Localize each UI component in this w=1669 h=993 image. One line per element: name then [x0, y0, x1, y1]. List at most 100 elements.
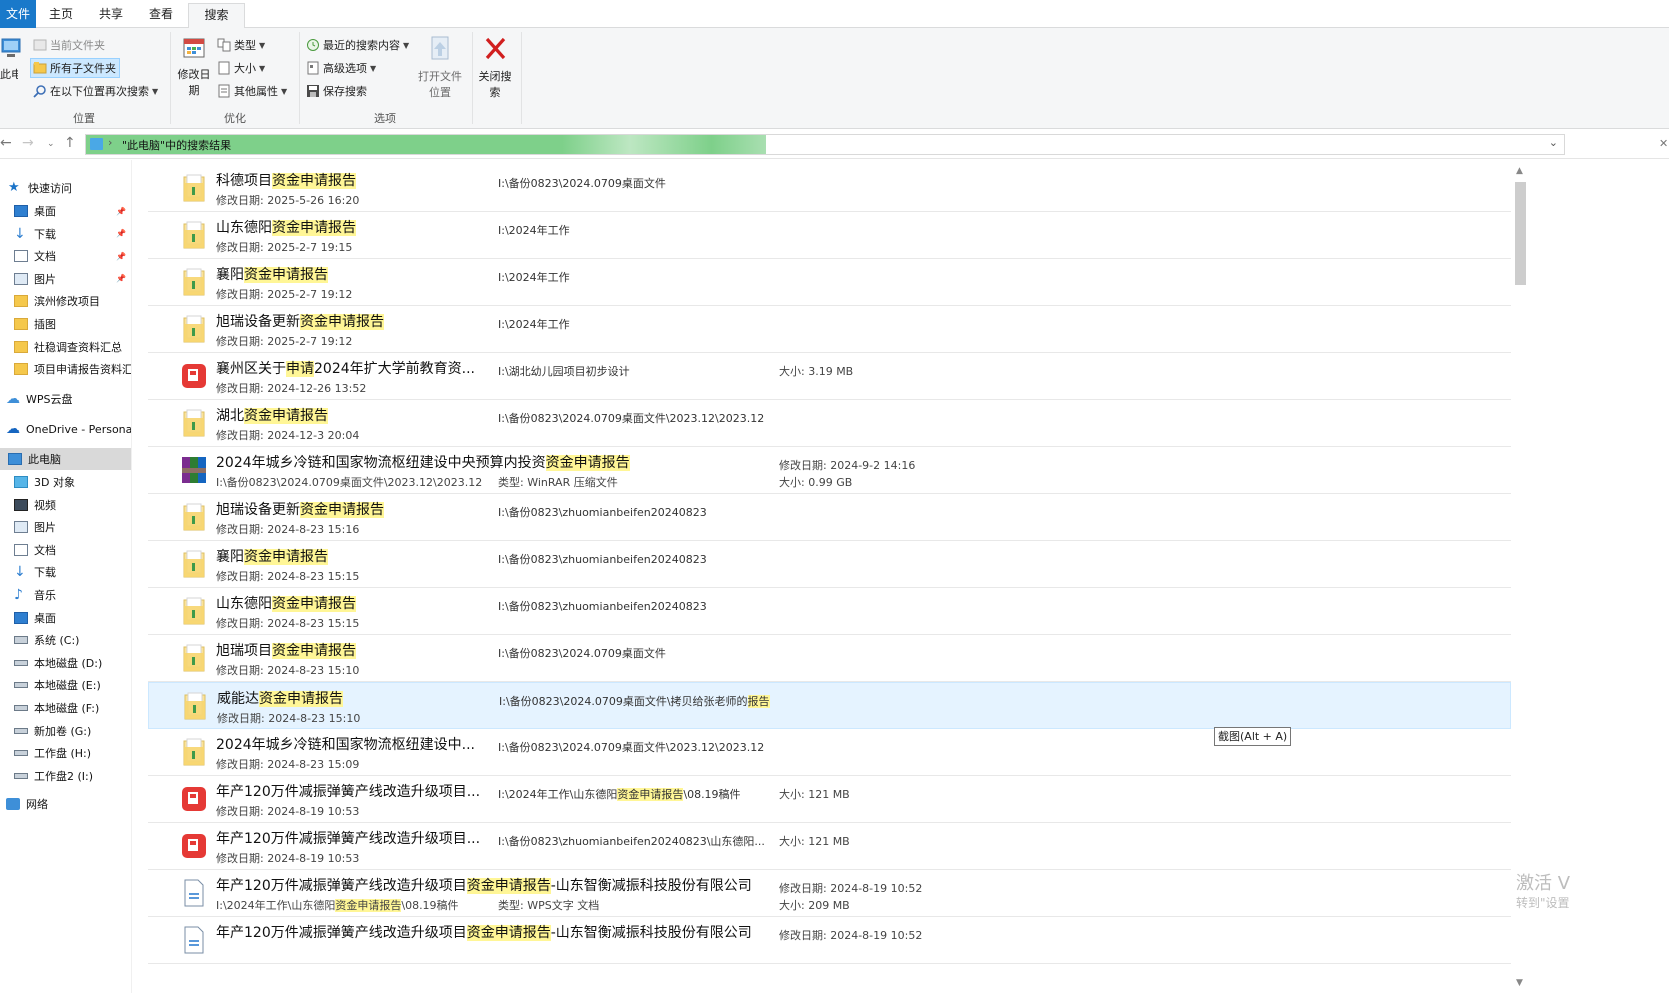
chevron-down-icon[interactable]: ⌄ [1549, 136, 1558, 149]
nav-this-pc[interactable]: 此电脑 [0, 448, 131, 470]
back-arrow-icon[interactable]: ← [0, 135, 12, 151]
result-name: 2024年城乡冷链和国家物流枢纽建设中... [216, 734, 475, 754]
quick-access-item[interactable]: 文档 📌 [0, 245, 131, 267]
date-modified-button[interactable]: 修改日期 [176, 36, 212, 99]
advanced-options-button[interactable]: 高级选项 ▼ [306, 58, 376, 78]
quick-access-item[interactable]: 插图 [0, 313, 131, 335]
result-row[interactable]: 科德项目资金申请报告 修改日期: 2025-5-26 16:20 I:\备份0823… [148, 165, 1511, 212]
close-search-button[interactable]: 关闭搜索 [478, 36, 512, 101]
tab-search[interactable]: 搜索 [188, 3, 245, 29]
quick-access-item[interactable]: 社稳调查资料汇总 [0, 336, 131, 358]
save-search-button[interactable]: 保存搜索 [306, 81, 367, 101]
tab-home[interactable]: 主页 [41, 3, 81, 28]
folder-icon [183, 409, 205, 437]
this-pc-item[interactable]: ♪ 音乐 [0, 584, 131, 606]
result-subtitle-match: 资金申请报告 [335, 899, 402, 912]
quick-access-item[interactable]: 桌面 📌 [0, 200, 131, 222]
result-name-match: 资金申请报告 [272, 643, 356, 659]
open-file-location-button[interactable]: 打开文件位置 [414, 36, 466, 101]
result-row[interactable]: 年产120万件减振弹簧产线改造升级项目资金申请报告-山东智衡减振科技股份有限公司… [148, 917, 1511, 964]
result-row[interactable]: 旭瑞项目资金申请报告 修改日期: 2024-8-23 15:10 I:\备份0823… [148, 635, 1511, 682]
other-properties-button[interactable]: 其他属性 ▼ [217, 81, 287, 101]
chevron-right-icon[interactable]: › [108, 136, 112, 149]
result-location-text: I:\2024年工作 [498, 224, 570, 237]
result-row[interactable]: 2024年城乡冷链和国家物流枢纽建设中央预算内投资资金申请报告 I:\备份0823… [148, 447, 1511, 494]
this-pc-item[interactable]: 本地磁盘 (D:) [0, 652, 131, 674]
result-location: I:\备份0823\2024.0709桌面文件\2023.12\2023.12 [498, 739, 764, 755]
result-row[interactable]: 襄阳资金申请报告 修改日期: 2024-8-23 15:15 I:\备份0823\z… [148, 541, 1511, 588]
nav-onedrive[interactable]: ☁ OneDrive - Personal [0, 418, 131, 440]
nav-network[interactable]: 网络 [0, 793, 131, 815]
scroll-down-icon[interactable]: ▼ [1516, 978, 1523, 988]
this-pc-item[interactable]: 桌面 [0, 607, 131, 629]
refresh-icon[interactable]: ✕ [1659, 137, 1668, 150]
recent-locations-icon[interactable]: ⌄ [47, 139, 55, 149]
result-row[interactable]: 威能达资金申请报告 修改日期: 2024-8-23 15:10 I:\备份0823\… [148, 682, 1511, 729]
forward-arrow-icon[interactable]: → [22, 135, 34, 151]
result-subtitle: 修改日期: 2024-8-23 15:15 [216, 568, 359, 584]
up-arrow-icon[interactable]: ↑ [64, 135, 76, 151]
this-pc-item[interactable]: 本地磁盘 (F:) [0, 697, 131, 719]
nav-quick-access[interactable]: ★ 快速访问 [0, 177, 131, 199]
result-row[interactable]: 2024年城乡冷链和国家物流枢纽建设中... 修改日期: 2024-8-23 15… [148, 729, 1511, 776]
result-row[interactable]: 山东德阳资金申请报告 修改日期: 2024-8-23 15:15 I:\备份0823… [148, 588, 1511, 635]
drive-icon [14, 682, 28, 689]
this-pc-item[interactable]: 文档 [0, 539, 131, 561]
result-subtitle: 修改日期: 2025-2-7 19:12 [216, 333, 352, 349]
quick-access-item[interactable]: 项目申请报告资料汇总 [0, 358, 131, 380]
tab-file[interactable]: 文件 [0, 0, 36, 28]
folder-icon [14, 295, 28, 308]
result-row[interactable]: 年产120万件减振弹簧产线改造升级项目... 修改日期: 2024-8-19 10… [148, 776, 1511, 823]
drive-icon [14, 659, 28, 666]
search-results-list: 科德项目资金申请报告 修改日期: 2025-5-26 16:20 I:\备份0823… [132, 160, 1512, 993]
result-row[interactable]: 年产120万件减振弹簧产线改造升级项目... 修改日期: 2024-8-19 10… [148, 823, 1511, 870]
result-name: 旭瑞项目资金申请报告 [216, 640, 356, 660]
quick-access-item[interactable]: ↓ 下载 📌 [0, 223, 131, 245]
result-location: I:\2024年工作 [498, 316, 570, 332]
this-pc-item[interactable]: 系统 (C:) [0, 629, 131, 651]
result-row[interactable]: 旭瑞设备更新资金申请报告 修改日期: 2024-8-23 15:16 I:\备份08… [148, 494, 1511, 541]
all-subfolders-button[interactable]: 所有子文件夹 [30, 58, 120, 78]
this-pc-item[interactable]: 视频 [0, 494, 131, 516]
result-location-text: I:\2024年工作 [498, 318, 570, 331]
date-modified-label: 修改日期 [177, 68, 211, 97]
this-pc-item-label: 桌面 [34, 611, 56, 625]
tab-view[interactable]: 查看 [140, 3, 182, 28]
result-name-text: 山东德阳 [216, 220, 272, 236]
result-subtitle-text: I:\备份0823\2024.0709桌面文件\2023.12\2023.12 [216, 476, 483, 489]
this-pc-item[interactable]: 新加卷 (G:) [0, 720, 131, 742]
current-folder-button[interactable]: 当前文件夹 [33, 35, 105, 55]
result-size: 大小: 209 MB [779, 899, 850, 912]
scrollbar-thumb[interactable] [1515, 182, 1526, 285]
quick-access-item[interactable]: 滨州修改项目 [0, 290, 131, 312]
this-pc-item[interactable]: ↓ 下载 [0, 561, 131, 583]
kind-button[interactable]: 类型 ▼ [217, 35, 265, 55]
result-row[interactable]: 山东德阳资金申请报告 修改日期: 2025-2-7 19:15 I:\2024年工作 [148, 212, 1511, 259]
activation-watermark: 激活 V [1516, 873, 1571, 894]
this-pc-item[interactable]: 3D 对象 [0, 471, 131, 493]
drive-icon [14, 727, 28, 734]
result-row[interactable]: 湖北资金申请报告 修改日期: 2024-12-3 20:04 I:\备份0823\2… [148, 400, 1511, 447]
search-again-button[interactable]: 在以下位置再次搜索 ▼ [33, 81, 158, 101]
this-pc-item[interactable]: 图片 [0, 516, 131, 538]
scroll-up-icon[interactable]: ▲ [1516, 166, 1523, 176]
this-pc-item[interactable]: 本地磁盘 (E:) [0, 674, 131, 696]
this-pc-item-label: 本地磁盘 (F:) [34, 702, 100, 715]
recent-searches-button[interactable]: 最近的搜索内容 ▼ [306, 35, 409, 55]
quick-access-item[interactable]: 图片 📌 [0, 268, 131, 290]
result-name-text: -山东智衡减振科技股份有限公司 [550, 878, 752, 894]
this-pc-item[interactable]: 工作盘2 (I:) [0, 765, 131, 787]
tab-share[interactable]: 共享 [90, 3, 132, 28]
nav-wps-cloud[interactable]: ☁ WPS云盘 [0, 388, 131, 410]
result-name-text: 2024年城乡冷链和国家物流枢纽建设中... [216, 737, 475, 753]
result-row[interactable]: 年产120万件减振弹簧产线改造升级项目资金申请报告-山东智衡减振科技股份有限公司… [148, 870, 1511, 917]
address-bar[interactable]: › "此电脑"中的搜索结果 ⌄ [85, 134, 1565, 155]
result-name-text: 襄阳 [216, 267, 244, 283]
result-row[interactable]: 襄阳资金申请报告 修改日期: 2025-2-7 19:12 I:\2024年工作 [148, 259, 1511, 306]
this-pc-item[interactable]: 工作盘 (H:) [0, 742, 131, 764]
this-pc-button[interactable]: 此电脑 [0, 36, 22, 83]
size-button[interactable]: 大小 ▼ [217, 58, 265, 78]
result-row[interactable]: 襄州区关于申请2024年扩大学前教育资... 修改日期: 2024-12-26 1… [148, 353, 1511, 400]
result-row[interactable]: 旭瑞设备更新资金申请报告 修改日期: 2025-2-7 19:12 I:\2024年… [148, 306, 1511, 353]
result-name-text: 年产120万件减振弹簧产线改造升级项目... [216, 784, 481, 800]
